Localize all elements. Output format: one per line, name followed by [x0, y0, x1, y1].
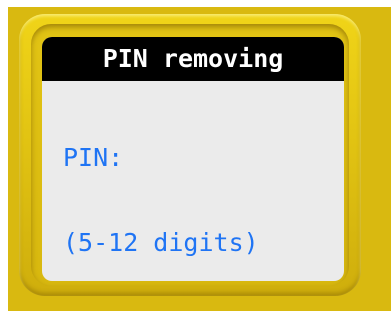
pin-label: PIN: [63, 143, 124, 172]
pin-length-hint: (5-12 digits) [63, 228, 259, 257]
screen-title: PIN removing [42, 37, 344, 81]
device-screen: PIN removing PIN: (5-12 digits) [42, 37, 344, 281]
